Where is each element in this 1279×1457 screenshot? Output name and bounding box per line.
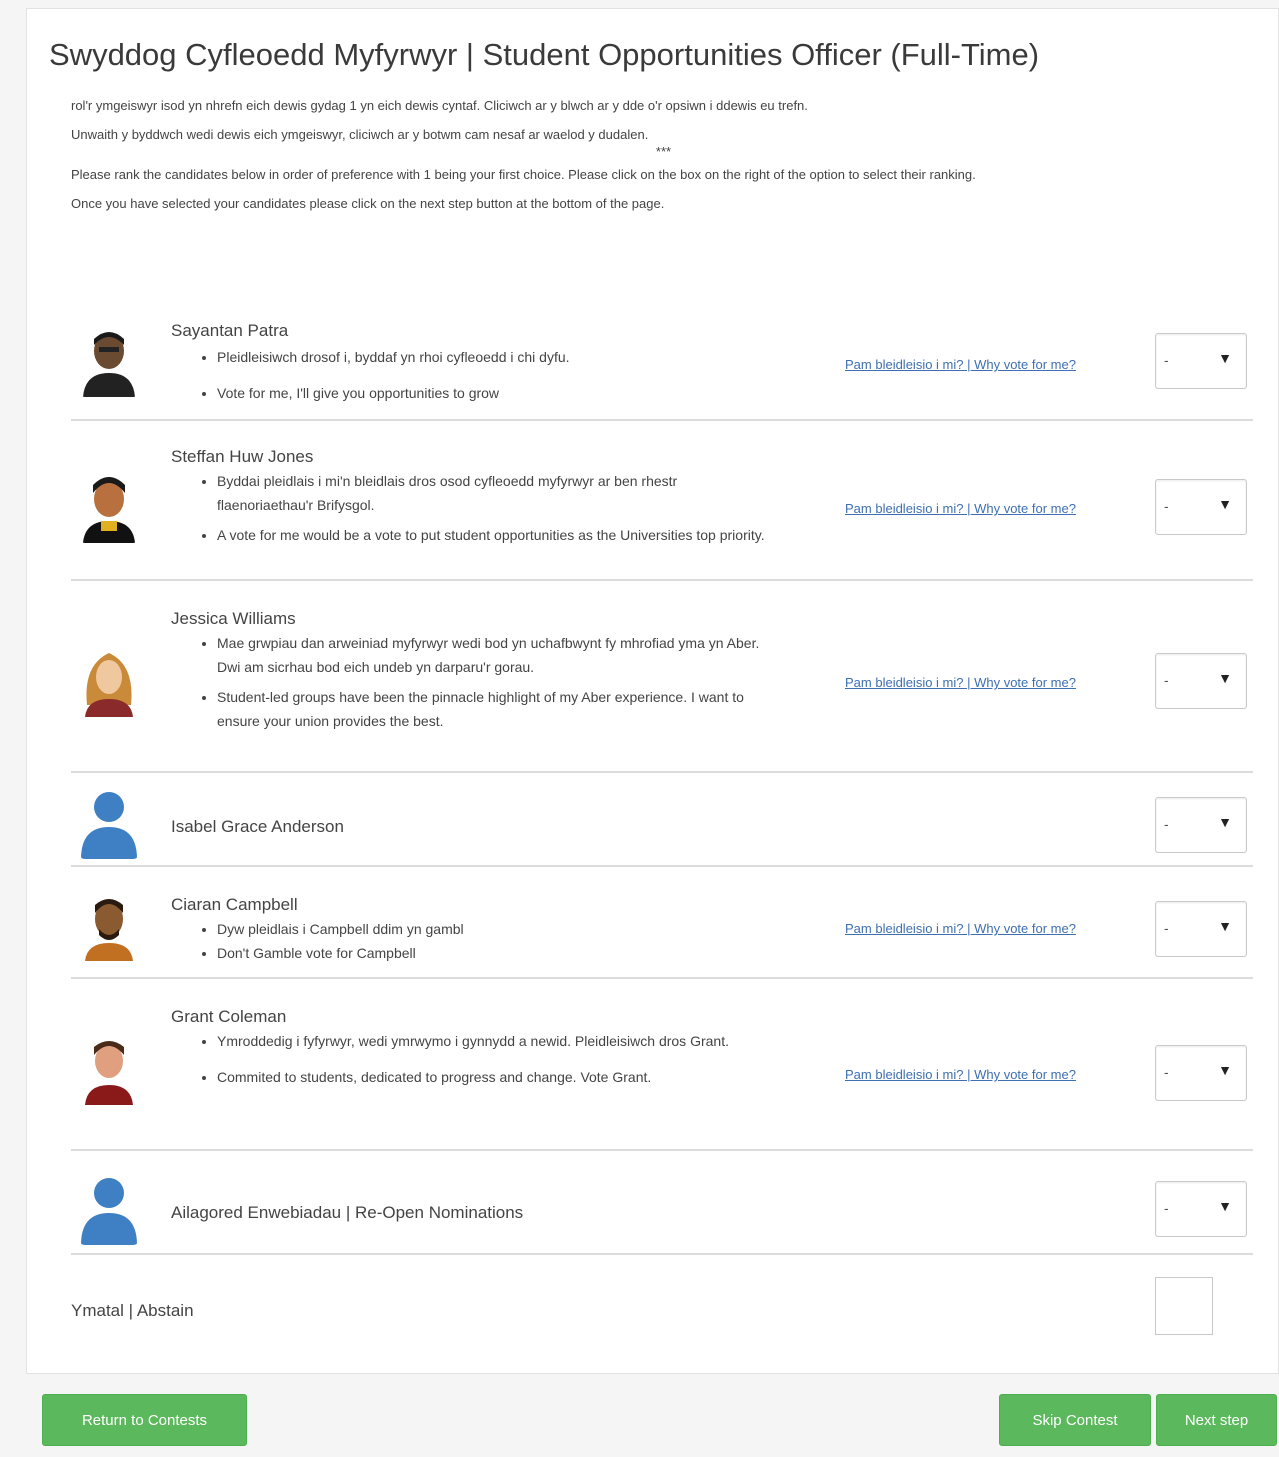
abstain-label: Ymatal | Abstain — [71, 1301, 194, 1320]
statement-bullet: Commited to students, dedicated to progr… — [217, 1065, 771, 1089]
candidate-statement: Pleidleisiwch drosof i, byddaf yn rhoi c… — [171, 345, 771, 411]
instructions: rol'r ymgeiswyr isod yn nhrefn eich dewi… — [71, 97, 1256, 222]
statement-bullet: Dyw pleidlais i Campbell ddim yn gambl — [217, 917, 771, 941]
rank-value: - — [1164, 1064, 1169, 1080]
why-vote-link[interactable]: Pam bleidleisio i mi? | Why vote for me? — [845, 921, 1076, 936]
candidate-statement: Mae grwpiau dan arweiniad myfyrwyr wedi … — [171, 631, 771, 739]
rank-select[interactable]: - ▼ — [1155, 653, 1247, 709]
rank-value: - — [1164, 1200, 1169, 1216]
instructions-welsh-1: rol'r ymgeiswyr isod yn nhrefn eich dewi… — [71, 98, 808, 113]
rank-value: - — [1164, 672, 1169, 688]
next-step-button[interactable]: Next step — [1156, 1394, 1277, 1446]
candidate-name: Jessica Williams — [171, 609, 296, 628]
candidate-row: Jessica Williams Mae grwpiau dan arweini… — [71, 589, 1253, 773]
caret-down-icon: ▼ — [1218, 670, 1232, 686]
why-vote-link[interactable]: Pam bleidleisio i mi? | Why vote for me? — [845, 1067, 1076, 1082]
caret-down-icon: ▼ — [1218, 1062, 1232, 1078]
candidate-statement: Ymroddedig i fyfyrwyr, wedi ymrwymo i gy… — [171, 1029, 771, 1095]
candidate-row: Ailagored Enwebiadau | Re-Open Nominatio… — [71, 1161, 1253, 1255]
skip-contest-button[interactable]: Skip Contest — [999, 1394, 1151, 1446]
statement-bullet: Student-led groups have been the pinnacl… — [217, 685, 771, 733]
candidate-photo-steffan — [79, 471, 139, 543]
instructions-english-2: Once you have selected your candidates p… — [71, 196, 665, 211]
rank-value: - — [1164, 816, 1169, 832]
caret-down-icon: ▼ — [1218, 1198, 1232, 1214]
candidate-photo — [79, 889, 139, 961]
statement-bullet: A vote for me would be a vote to put stu… — [217, 523, 771, 547]
instructions-separator: *** — [655, 144, 672, 159]
candidate-photo — [79, 325, 139, 397]
statement-bullet: Mae grwpiau dan arweiniad myfyrwyr wedi … — [217, 631, 771, 679]
candidate-statement: Dyw pleidlais i Campbell ddim yn gambl D… — [171, 917, 771, 971]
candidate-name: Isabel Grace Anderson — [171, 817, 344, 836]
instructions-welsh-2: Unwaith y byddwch wedi dewis eich ymgeis… — [71, 127, 649, 142]
candidate-statement: Byddai pleidlais i mi'n bleidlais dros o… — [171, 469, 771, 553]
candidate-photo — [79, 645, 139, 717]
candidate-name: Ailagored Enwebiadau | Re-Open Nominatio… — [171, 1203, 524, 1222]
rank-select[interactable]: - ▼ — [1155, 479, 1247, 535]
instructions-english-1: Please rank the candidates below in orde… — [71, 167, 976, 182]
rank-select[interactable]: - ▼ — [1155, 901, 1247, 957]
statement-bullet: Ymroddedig i fyfyrwyr, wedi ymrwymo i gy… — [217, 1029, 771, 1053]
candidate-photo-jessica — [79, 645, 139, 717]
statement-bullet: Don't Gamble vote for Campbell — [217, 941, 771, 965]
candidate-photo-sayantan — [79, 325, 139, 397]
candidate-row: Sayantan Patra Pleidleisiwch drosof i, b… — [71, 309, 1253, 421]
candidate-row: Isabel Grace Anderson - ▼ — [71, 781, 1253, 867]
contest-panel: Swyddog Cyfleoedd Myfyrwyr | Student Opp… — [26, 8, 1279, 1374]
why-vote-link[interactable]: Pam bleidleisio i mi? | Why vote for me? — [845, 675, 1076, 690]
candidate-row: Steffan Huw Jones Byddai pleidlais i mi'… — [71, 427, 1253, 581]
rank-select[interactable]: - ▼ — [1155, 1181, 1247, 1237]
caret-down-icon: ▼ — [1218, 814, 1232, 830]
caret-down-icon: ▼ — [1218, 496, 1232, 512]
candidate-photo — [79, 471, 139, 543]
statement-bullet: Pleidleisiwch drosof i, byddaf yn rhoi c… — [217, 345, 771, 369]
user-avatar-icon — [79, 787, 139, 859]
rank-select[interactable]: - ▼ — [1155, 797, 1247, 853]
abstain-checkbox[interactable] — [1155, 1277, 1213, 1335]
candidate-photo-ciaran — [79, 889, 139, 961]
candidate-name: Sayantan Patra — [171, 321, 289, 340]
why-vote-link[interactable]: Pam bleidleisio i mi? | Why vote for me? — [845, 357, 1076, 372]
statement-bullet: Vote for me, I'll give you opportunities… — [217, 381, 771, 405]
candidate-name: Grant Coleman — [171, 1007, 287, 1026]
rank-value: - — [1164, 352, 1169, 368]
candidate-photo-grant — [79, 1033, 139, 1105]
candidate-photo — [79, 1173, 139, 1245]
why-vote-link[interactable]: Pam bleidleisio i mi? | Why vote for me? — [845, 501, 1076, 516]
rank-select[interactable]: - ▼ — [1155, 333, 1247, 389]
rank-select[interactable]: - ▼ — [1155, 1045, 1247, 1101]
user-avatar-icon — [79, 1173, 139, 1245]
rank-value: - — [1164, 498, 1169, 514]
return-to-contests-button[interactable]: Return to Contests — [42, 1394, 247, 1446]
caret-down-icon: ▼ — [1218, 350, 1232, 366]
candidate-photo — [79, 787, 139, 859]
candidate-row: Ciaran Campbell Dyw pleidlais i Campbell… — [71, 875, 1253, 979]
caret-down-icon: ▼ — [1218, 918, 1232, 934]
candidate-row: Grant Coleman Ymroddedig i fyfyrwyr, wed… — [71, 987, 1253, 1151]
candidate-photo — [79, 1033, 139, 1105]
candidate-name: Steffan Huw Jones — [171, 447, 314, 466]
rank-value: - — [1164, 920, 1169, 936]
abstain-row: Ymatal | Abstain — [71, 1267, 1253, 1347]
candidate-name: Ciaran Campbell — [171, 895, 298, 914]
statement-bullet: Byddai pleidlais i mi'n bleidlais dros o… — [217, 469, 771, 517]
contest-title: Swyddog Cyfleoedd Myfyrwyr | Student Opp… — [49, 37, 1040, 72]
